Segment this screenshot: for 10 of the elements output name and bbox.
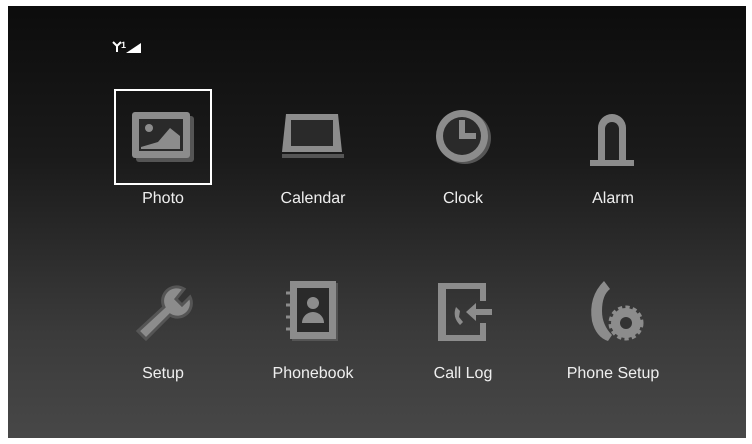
antenna-icon: [112, 41, 122, 52]
menu-item[interactable]: Phone Setup: [538, 264, 688, 384]
menu-item[interactable]: Calendar: [238, 89, 388, 208]
signal-strength-icon: [126, 43, 142, 53]
menu-item[interactable]: Setup: [88, 264, 238, 384]
signal-line-number: 1: [121, 41, 126, 50]
menu-item[interactable]: Clock: [388, 89, 538, 208]
menu-item[interactable]: Phonebook: [238, 264, 388, 384]
menu-item[interactable]: Call Log: [388, 264, 538, 384]
menu-item[interactable]: Alarm: [538, 89, 688, 208]
